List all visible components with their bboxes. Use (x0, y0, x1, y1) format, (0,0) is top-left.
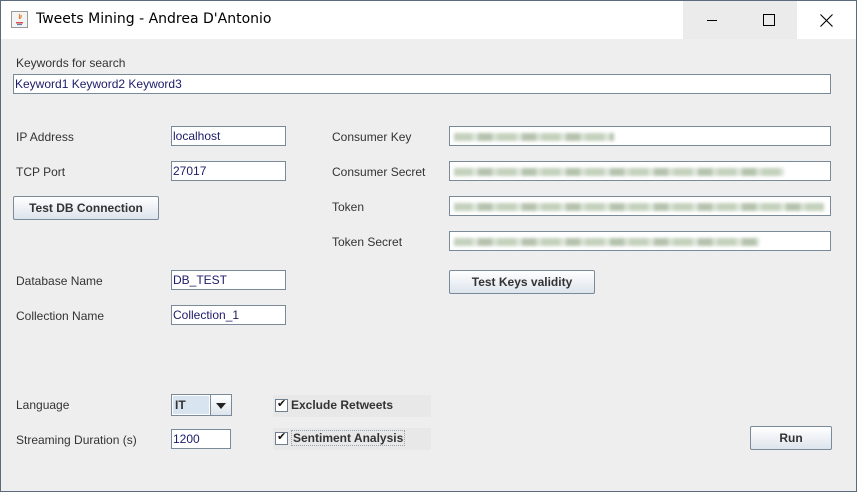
close-icon (820, 13, 833, 27)
collection-name-input[interactable]: Collection_1 (171, 305, 286, 325)
title-bar: Tweets Mining - Andrea D'Antonio (1, 1, 856, 39)
language-selected-value: IT (173, 396, 209, 414)
minimize-button[interactable] (683, 1, 740, 39)
window-title: Tweets Mining - Andrea D'Antonio (36, 11, 272, 27)
consumer-key-input[interactable] (449, 126, 831, 146)
ip-address-input[interactable]: localhost (171, 126, 286, 146)
exclude-retweets-checkbox[interactable]: ✔ Exclude Retweets (273, 395, 431, 417)
test-keys-validity-button[interactable]: Test Keys validity (449, 270, 595, 294)
language-label: Language (16, 398, 70, 412)
database-name-label: Database Name (16, 274, 103, 288)
token-label: Token (332, 200, 365, 214)
run-button[interactable]: Run (750, 426, 832, 450)
sentiment-analysis-label: Sentiment Analysis (291, 430, 406, 446)
tcp-port-label: TCP Port (16, 165, 66, 179)
streaming-duration-input[interactable]: 1200 (171, 429, 231, 449)
maximize-icon (762, 14, 775, 26)
maximize-button[interactable] (740, 1, 797, 39)
streaming-duration-label: Streaming Duration (s) (16, 433, 137, 447)
obscured-value (454, 238, 759, 246)
consumer-key-label: Consumer Key (332, 130, 412, 144)
token-secret-label: Token Secret (332, 235, 403, 249)
consumer-secret-label: Consumer Secret (332, 165, 426, 179)
consumer-secret-input[interactable] (449, 161, 831, 181)
sentiment-analysis-checkbox[interactable]: ✔ Sentiment Analysis (273, 428, 431, 450)
obscured-value (454, 203, 824, 211)
token-input[interactable] (449, 196, 831, 216)
test-db-connection-button[interactable]: Test DB Connection (13, 196, 159, 220)
language-select[interactable]: IT (171, 394, 232, 416)
ip-address-label: IP Address (16, 130, 74, 144)
java-app-icon (11, 11, 28, 28)
chevron-down-icon[interactable] (210, 395, 231, 415)
obscured-value (454, 168, 784, 176)
check-icon: ✔ (277, 397, 287, 410)
keywords-input[interactable]: Keyword1 Keyword2 Keyword3 (13, 74, 831, 94)
collection-name-label: Collection Name (16, 309, 105, 323)
token-secret-input[interactable] (449, 231, 831, 251)
checkbox-box[interactable]: ✔ (275, 397, 288, 412)
exclude-retweets-label: Exclude Retweets (291, 398, 394, 412)
close-button[interactable] (798, 1, 855, 39)
keywords-label: Keywords for search (16, 56, 126, 70)
minimize-icon (706, 20, 717, 21)
database-name-input[interactable]: DB_TEST (171, 270, 286, 290)
app-window: Tweets Mining - Andrea D'Antonio Keyword… (0, 0, 857, 492)
checkbox-box[interactable]: ✔ (275, 430, 288, 445)
obscured-value (454, 133, 614, 141)
tcp-port-input[interactable]: 27017 (171, 161, 286, 181)
check-icon: ✔ (277, 430, 287, 443)
